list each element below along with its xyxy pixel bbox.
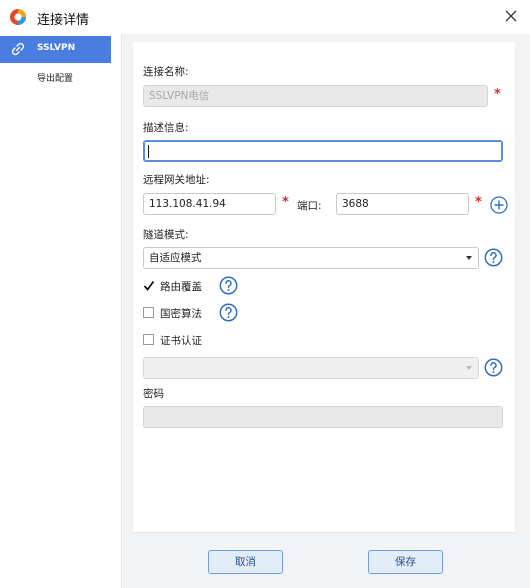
chevron-down-icon (466, 256, 472, 260)
app-logo-icon (10, 9, 26, 25)
port-field[interactable]: 3688 (336, 193, 469, 215)
connection-name-field: SSLVPN电信 (143, 85, 488, 107)
required-mark: * (282, 195, 289, 210)
cert-auth-label: 证书认证 (160, 335, 202, 347)
sidebar-item-label: SSLVPN (37, 43, 76, 53)
footer-divider (133, 532, 515, 533)
checkmark-icon (143, 280, 155, 291)
sidebar: SSLVPN 导出配置 (0, 34, 122, 588)
sidebar-item-label: 导出配置 (37, 74, 74, 84)
sm-algorithm-label: 国密算法 (160, 308, 202, 320)
password-label: 密码 (143, 388, 164, 400)
help-icon[interactable] (484, 358, 503, 377)
route-override-label: 路由覆盖 (160, 281, 202, 293)
text-cursor (148, 145, 149, 158)
chevron-down-icon (466, 366, 472, 370)
remote-gateway-label: 远程网关地址: (143, 174, 210, 186)
sidebar-item-export-config[interactable]: 导出配置 (0, 64, 111, 91)
cancel-button[interactable]: 取消 (208, 550, 283, 574)
link-icon (11, 42, 25, 56)
tunnel-mode-select[interactable]: 自适应模式 (143, 247, 479, 269)
add-gateway-icon[interactable] (490, 196, 508, 214)
sm-algorithm-checkbox[interactable] (143, 307, 154, 318)
required-mark: * (475, 195, 482, 210)
help-icon[interactable] (219, 276, 238, 295)
cert-auth-checkbox[interactable] (143, 334, 154, 345)
title-bar: 连接详情 (0, 0, 530, 34)
connection-name-label: 连接名称: (143, 66, 189, 78)
help-icon[interactable] (484, 248, 503, 267)
close-icon[interactable] (502, 7, 520, 25)
route-override-checkbox[interactable] (143, 280, 155, 291)
save-button[interactable]: 保存 (368, 550, 443, 574)
help-icon[interactable] (219, 303, 238, 322)
port-label: 端口: (297, 200, 322, 212)
password-field (143, 406, 503, 428)
description-label: 描述信息: (143, 122, 189, 134)
gateway-address-field[interactable]: 113.108.41.94 (143, 193, 276, 215)
sidebar-item-sslvpn[interactable]: SSLVPN (0, 36, 111, 63)
cert-select[interactable] (143, 357, 479, 379)
window-title: 连接详情 (37, 13, 90, 28)
required-mark: * (494, 87, 501, 102)
description-field[interactable] (143, 140, 503, 162)
tunnel-mode-label: 隧道模式: (143, 229, 189, 241)
